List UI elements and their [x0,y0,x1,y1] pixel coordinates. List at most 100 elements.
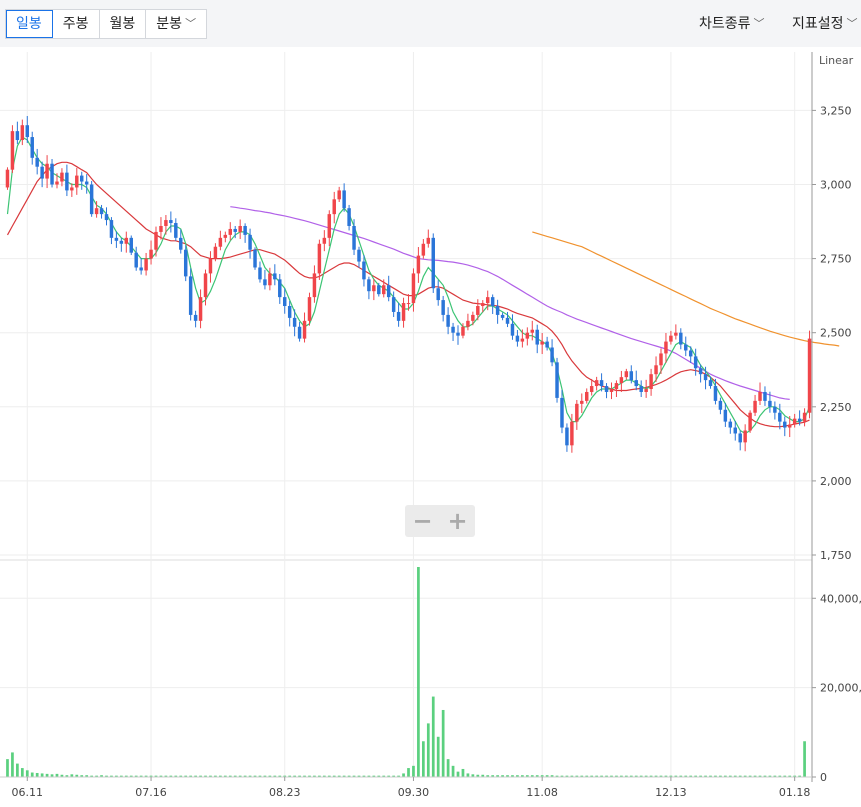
candle-body [787,424,792,428]
zoom-in-button[interactable]: + [440,505,475,537]
candle-body [396,311,401,321]
candle-body [80,175,84,182]
candle-body [367,279,371,292]
candle-body [243,225,247,235]
grid-layer [0,52,812,777]
tab-minute[interactable]: 분봉 ﹀ [146,10,206,38]
candle-body [758,391,762,401]
candle-body [99,208,104,215]
chart-type-menu[interactable]: 차트종류 ﹀ [699,13,765,33]
candle-body [372,285,376,292]
candle-body [461,326,465,336]
candle-body [238,225,242,232]
candle-body [797,418,802,422]
candle-body [213,246,218,259]
volume-bar [466,773,470,777]
chevron-down-icon: ﹀ [185,17,197,30]
tab-daily[interactable]: 일봉 [6,10,53,38]
volume-bar [456,771,460,777]
candle-body [614,383,619,390]
candle-body [60,172,64,182]
candle-body [733,427,737,434]
candle-body [659,353,663,366]
candle-body [550,347,554,363]
candle-body [253,249,257,268]
candle-body [609,389,614,392]
candle-body [698,368,703,375]
volume-bar [417,567,420,777]
candle-body [139,267,143,271]
date-tick-label: 06.11 [12,786,44,799]
candle-layer [5,116,812,453]
ma120-line [532,231,840,347]
candle-body [629,371,634,381]
candle-body [287,306,292,318]
candle-body [792,418,797,425]
candle-body [30,137,34,158]
zoom-controls: − + [405,505,475,537]
period-tabs: 일봉 주봉 월봉 분봉 ﹀ [5,9,208,39]
volume-bar [16,763,19,777]
candle-body [382,285,386,295]
candle-body [684,344,688,351]
candle-body [471,314,475,321]
tab-minute-label: 분봉 [156,16,183,32]
candle-body [114,237,119,241]
candle-body [352,225,356,250]
candle-body [391,297,396,312]
candle-body [466,320,470,327]
candle-body [688,350,693,357]
candle-body [485,297,490,304]
candle-body [505,317,510,324]
candle-body [421,243,426,256]
candle-body [802,412,807,422]
tab-weekly[interactable]: 주봉 [53,10,100,38]
candle-body [302,320,307,339]
zoom-out-button[interactable]: − [405,505,440,537]
price-volume-chart[interactable]: 3,250 3,000 2,750 2,500 2,250 2,000 1,750 40,00… [0,47,861,807]
candle-body [490,297,495,307]
candle-body [193,314,198,321]
indicator-settings-menu[interactable]: 지표설정 ﹀ [792,13,858,33]
chevron-down-icon: ﹀ [846,17,858,30]
volume-bar [6,759,9,777]
toolbar: 일봉 주봉 월봉 분봉 ﹀ 차트종류 ﹀ 지표설정 ﹀ [0,0,861,47]
candle-body [174,223,178,238]
volume-bar [40,773,44,777]
candle-body [357,249,361,262]
candle-body [129,237,133,253]
price-tick-label: 1,750 [820,549,852,562]
candle-body [70,187,74,191]
candle-body [164,220,168,226]
candle-body [401,303,406,321]
indicator-settings-label: 지표설정 [792,16,844,32]
candle-body [337,190,341,200]
candle-body [763,391,767,401]
candle-body [669,335,673,342]
candle-body [510,323,515,336]
price-tick-label: 2,000 [820,475,852,488]
tab-monthly[interactable]: 월봉 [100,10,147,38]
candle-body [94,208,99,215]
candle-body [45,163,49,179]
ma5-line [6,136,811,435]
volume-bar [412,765,415,777]
candle-body [783,421,787,428]
candle-body [515,335,520,342]
candle-body [446,314,450,327]
chart-type-label: 차트종류 [699,16,751,32]
candle-body [124,237,129,244]
candle-body [743,430,747,443]
volume-bar [421,741,425,777]
candle-body [807,338,812,413]
candle-body [25,125,30,138]
candle-body [476,306,480,315]
candle-body [233,228,237,232]
candle-body [218,237,223,247]
candle-body [674,332,678,336]
candle-body [84,181,89,185]
candle-body [456,332,460,336]
candle-body [35,157,39,167]
candle-body [545,341,549,348]
candle-body [258,267,262,280]
